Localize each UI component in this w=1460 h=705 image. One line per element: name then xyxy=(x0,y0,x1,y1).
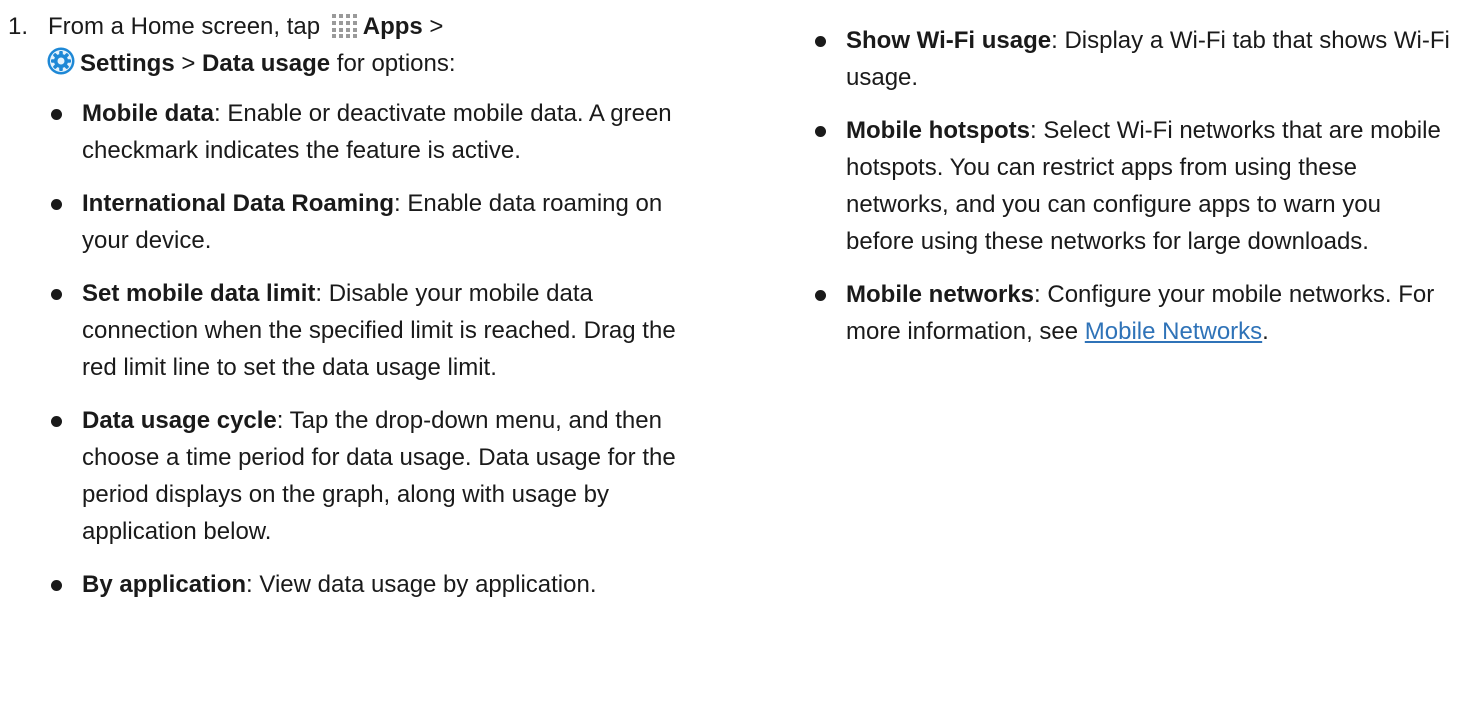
bullet-icon xyxy=(51,109,62,120)
list-item: Set mobile data limit: Disable your mobi… xyxy=(48,275,700,386)
bullet-icon xyxy=(815,290,826,301)
list-item: Mobile hotspots: Select Wi-Fi networks t… xyxy=(812,112,1452,260)
step-intro-end: for options: xyxy=(330,50,456,77)
mobile-networks-link[interactable]: Mobile Networks xyxy=(1085,318,1262,345)
step-instruction: From a Home screen, tap Apps > Settings >… xyxy=(47,8,700,82)
data-usage-label: Data usage xyxy=(202,50,331,77)
bullet-icon xyxy=(51,580,62,591)
bullet-icon xyxy=(815,36,826,47)
apps-grid-icon xyxy=(331,14,357,38)
list-item: By application: View data usage by appli… xyxy=(48,566,700,603)
list-item: Mobile networks: Configure your mobile n… xyxy=(812,276,1452,350)
bullet-icon xyxy=(51,199,62,210)
option-term: Show Wi-Fi usage xyxy=(846,27,1052,54)
settings-gear-icon xyxy=(47,47,75,75)
step-intro-text: From a Home screen, tap xyxy=(48,13,327,40)
bullet-icon xyxy=(815,126,826,137)
left-option-list: Mobile data: Enable or deactivate mobile… xyxy=(48,95,700,603)
apps-label: Apps xyxy=(362,13,423,40)
bullet-icon xyxy=(51,416,62,427)
separator: > xyxy=(174,50,203,77)
option-description-end: . xyxy=(1262,318,1269,345)
option-term: Set mobile data limit xyxy=(82,280,316,307)
left-column: 1. From a Home screen, tap Apps > Setting… xyxy=(0,8,700,619)
option-term: Mobile networks xyxy=(846,281,1035,308)
settings-label: Settings xyxy=(80,50,175,77)
list-item: Mobile data: Enable or deactivate mobile… xyxy=(48,95,700,169)
option-term: By application xyxy=(82,571,247,598)
option-term: International Data Roaming xyxy=(82,190,395,217)
right-option-list: Show Wi-Fi usage: Display a Wi-Fi tab th… xyxy=(812,22,1452,350)
bullet-icon xyxy=(51,289,62,300)
list-item: Show Wi-Fi usage: Display a Wi-Fi tab th… xyxy=(812,22,1452,96)
list-item: Data usage cycle: Tap the drop-down menu… xyxy=(48,402,700,550)
option-term: Mobile hotspots xyxy=(846,117,1030,144)
list-item: International Data Roaming: Enable data … xyxy=(48,185,700,259)
step-1: 1. From a Home screen, tap Apps > Setting… xyxy=(0,8,700,82)
step-number: 1. xyxy=(8,13,29,40)
separator: > xyxy=(422,13,444,40)
option-term: Data usage cycle xyxy=(82,407,277,434)
right-column: Show Wi-Fi usage: Display a Wi-Fi tab th… xyxy=(812,22,1452,366)
option-description: : View data usage by application. xyxy=(246,571,597,598)
option-term: Mobile data xyxy=(82,100,215,127)
